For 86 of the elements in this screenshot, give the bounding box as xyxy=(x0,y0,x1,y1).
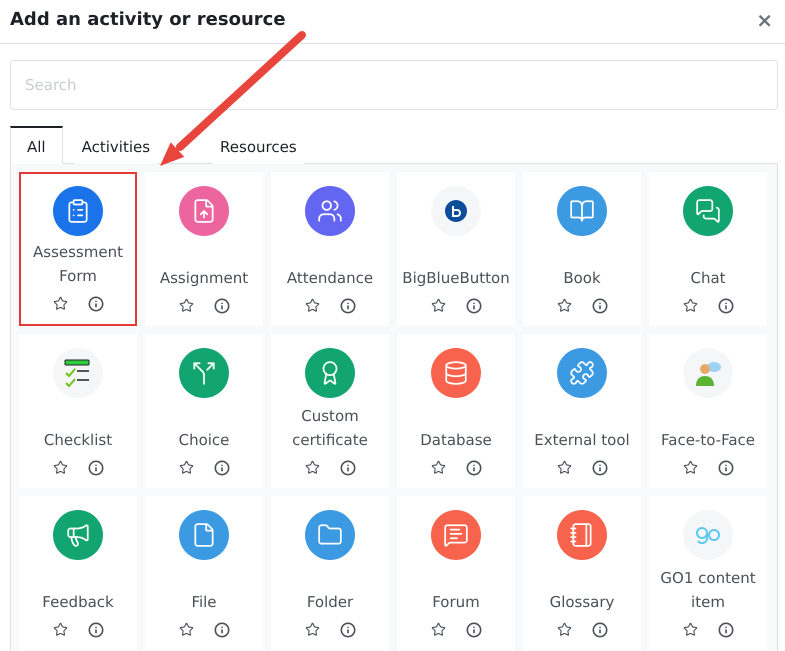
activity-name: File xyxy=(190,592,218,613)
activity-card[interactable]: BigBlueButton xyxy=(397,172,515,326)
activity-card[interactable]: Database xyxy=(397,334,515,488)
activity-name: Choice xyxy=(178,430,230,451)
activity-name: GO1 content item xyxy=(659,568,757,613)
info-button[interactable] xyxy=(340,622,356,638)
activity-card[interactable]: Feedback xyxy=(19,496,137,650)
activity-card[interactable]: Assignment xyxy=(145,172,263,326)
info-button[interactable] xyxy=(214,298,230,314)
info-button[interactable] xyxy=(592,622,608,638)
activity-card[interactable]: Attendance xyxy=(271,172,389,326)
activity-name: Chat xyxy=(689,268,727,289)
star-button[interactable] xyxy=(52,622,68,638)
info-button[interactable] xyxy=(592,298,608,314)
activity-name: Folder xyxy=(306,592,354,613)
activity-name: Database xyxy=(419,430,493,451)
star-button[interactable] xyxy=(682,460,698,476)
activity-card[interactable]: External tool xyxy=(523,334,641,488)
star-button[interactable] xyxy=(304,622,320,638)
star-button[interactable] xyxy=(556,460,572,476)
star-button[interactable] xyxy=(556,622,572,638)
info-button[interactable] xyxy=(718,298,734,314)
info-button[interactable] xyxy=(88,460,104,476)
activity-name: Glossary xyxy=(548,592,616,613)
dialog-title: Add an activity or resource xyxy=(10,9,286,30)
star-button[interactable] xyxy=(52,296,68,312)
info-button[interactable] xyxy=(214,460,230,476)
activity-card[interactable]: Book xyxy=(523,172,641,326)
star-button[interactable] xyxy=(52,460,68,476)
megaphone-icon xyxy=(65,522,91,548)
activity-name: Assessment Form xyxy=(32,242,124,287)
activity-card[interactable]: Checklist xyxy=(19,334,137,488)
chat-icon xyxy=(695,198,721,224)
activity-card[interactable]: Assessment Form xyxy=(19,172,137,326)
star-button[interactable] xyxy=(304,460,320,476)
tab[interactable]: All xyxy=(10,126,63,164)
activity-card[interactable]: Forum xyxy=(397,496,515,650)
activity-name: Assignment xyxy=(158,268,250,289)
info-button[interactable] xyxy=(466,298,482,314)
person-speech-icon xyxy=(693,359,723,387)
star-button[interactable] xyxy=(178,298,194,314)
activity-card[interactable]: Folder xyxy=(271,496,389,650)
info-button[interactable] xyxy=(340,298,356,314)
activity-card[interactable]: File xyxy=(145,496,263,650)
activity-card[interactable]: GO1 content item xyxy=(649,496,767,650)
forum-icon xyxy=(443,522,469,548)
activity-name: Book xyxy=(562,268,602,289)
activity-name: Feedback xyxy=(41,592,115,613)
activity-card[interactable]: Face-to-Face xyxy=(649,334,767,488)
activity-name: BigBlueButton xyxy=(401,268,511,289)
star-button[interactable] xyxy=(430,622,446,638)
star-button[interactable] xyxy=(304,298,320,314)
book-icon xyxy=(569,198,595,224)
puzzle-icon xyxy=(569,360,595,386)
activity-name: Attendance xyxy=(286,268,374,289)
activity-name: Checklist xyxy=(42,430,114,451)
activity-card[interactable]: Glossary xyxy=(523,496,641,650)
info-button[interactable] xyxy=(718,460,734,476)
star-button[interactable] xyxy=(178,460,194,476)
activity-card[interactable]: Chat xyxy=(649,172,767,326)
star-button[interactable] xyxy=(430,298,446,314)
star-button[interactable] xyxy=(556,298,572,314)
star-button[interactable] xyxy=(430,460,446,476)
info-button[interactable] xyxy=(592,460,608,476)
info-button[interactable] xyxy=(88,622,104,638)
activity-name: External tool xyxy=(533,430,631,451)
activity-card[interactable]: Custom certificate xyxy=(271,334,389,488)
info-button[interactable] xyxy=(88,296,104,312)
go-logo-icon xyxy=(694,526,722,544)
info-button[interactable] xyxy=(718,622,734,638)
people-icon xyxy=(317,198,343,224)
info-button[interactable] xyxy=(466,460,482,476)
star-button[interactable] xyxy=(682,622,698,638)
star-button[interactable] xyxy=(682,298,698,314)
info-button[interactable] xyxy=(466,622,482,638)
letter-logo-icon xyxy=(445,200,467,222)
activity-name: Face-to-Face xyxy=(660,430,756,451)
database-icon xyxy=(443,360,469,386)
info-button[interactable] xyxy=(214,622,230,638)
star-button[interactable] xyxy=(178,622,194,638)
activity-name: Custom certificate xyxy=(291,406,369,451)
activity-card[interactable]: Choice xyxy=(145,334,263,488)
info-button[interactable] xyxy=(340,460,356,476)
activity-name: Forum xyxy=(431,592,481,613)
split-arrows-icon xyxy=(191,360,217,386)
close-button[interactable]: × xyxy=(752,8,773,32)
